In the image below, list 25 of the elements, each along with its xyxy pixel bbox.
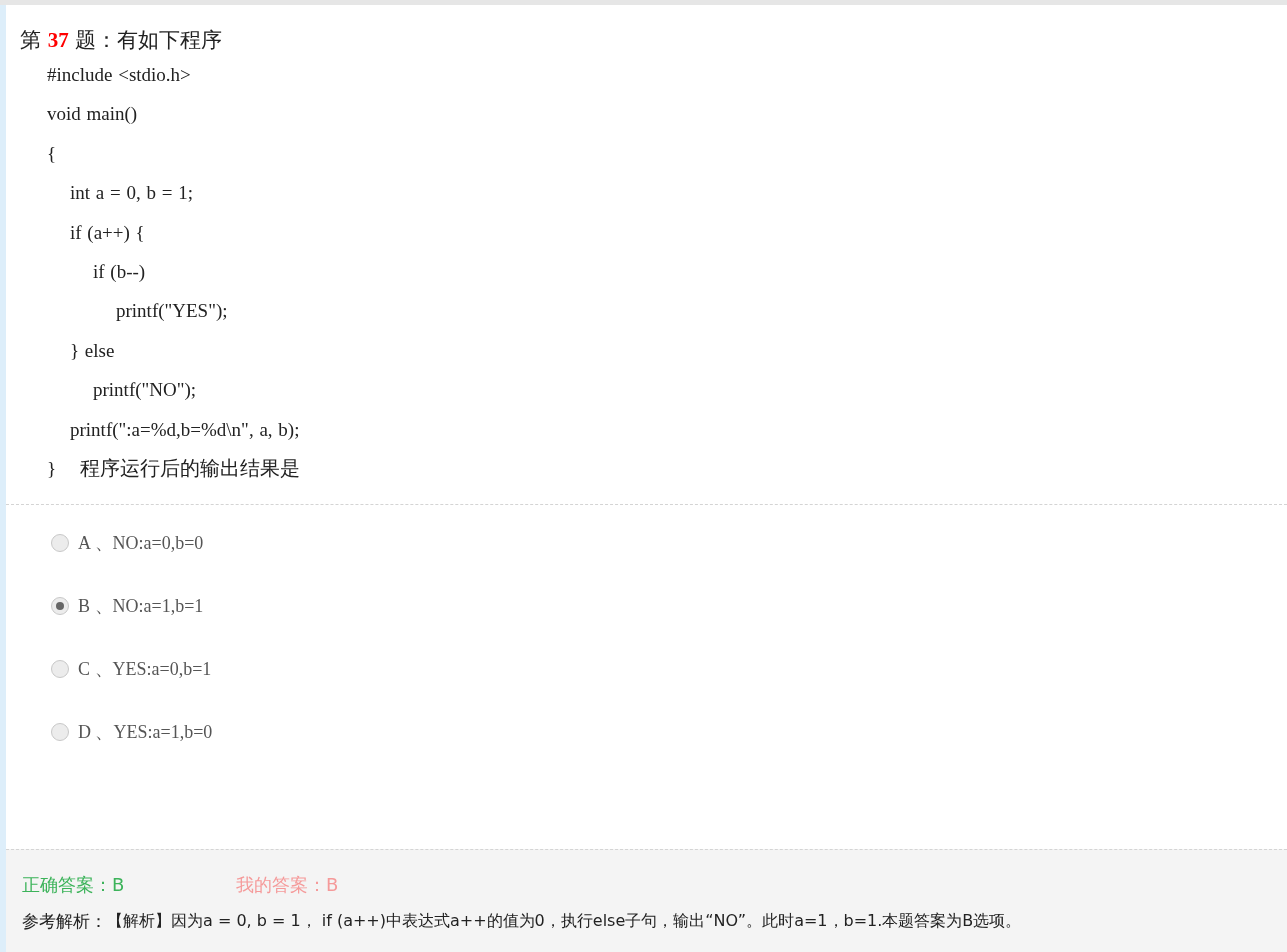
question-text: 程序运行后的输出结果是 <box>80 454 301 482</box>
explanation-label: 参考解析： <box>22 910 107 933</box>
code-line: printf("NO"); <box>92 378 197 403</box>
my-answer: 我的答案：B <box>236 873 339 897</box>
explanation-text: 【解析】因为a = 0, b = 1， if (a++)中表达式a++的值为0，执行else子句，输出“NO”。此时a=1，b=1.本题答案为B选项。 <box>107 910 1022 932</box>
radio-button[interactable] <box>51 534 69 553</box>
radio-button[interactable] <box>51 660 69 679</box>
code-line: } else <box>69 338 115 363</box>
question-title: 第 37 题：有如下程序 <box>20 27 224 54</box>
code-line: { <box>47 141 57 166</box>
radio-button[interactable] <box>51 723 69 742</box>
option-label[interactable]: C 、YES:a=0,b=1 <box>78 657 212 682</box>
option-label[interactable]: B 、NO:a=1,b=1 <box>78 594 204 619</box>
option-label[interactable]: A 、NO:a=0,b=0 <box>78 531 204 556</box>
option-label[interactable]: D 、YES:a=1,b=0 <box>78 720 213 745</box>
code-line: if (b--) <box>92 259 146 284</box>
code-line: void main() <box>47 102 138 127</box>
code-line: int a = 0, b = 1; <box>69 181 193 206</box>
code-line: #include <stdio.h> <box>47 63 191 87</box>
code-line: } <box>47 456 57 481</box>
code-line: if (a++) { <box>69 220 145 245</box>
code-line: printf("YES"); <box>115 299 228 324</box>
radio-button[interactable] <box>51 597 69 616</box>
correct-answer: 正确答案：B <box>22 873 126 897</box>
code-line: printf(":a=%d,b=%d\n", a, b); <box>69 417 300 442</box>
